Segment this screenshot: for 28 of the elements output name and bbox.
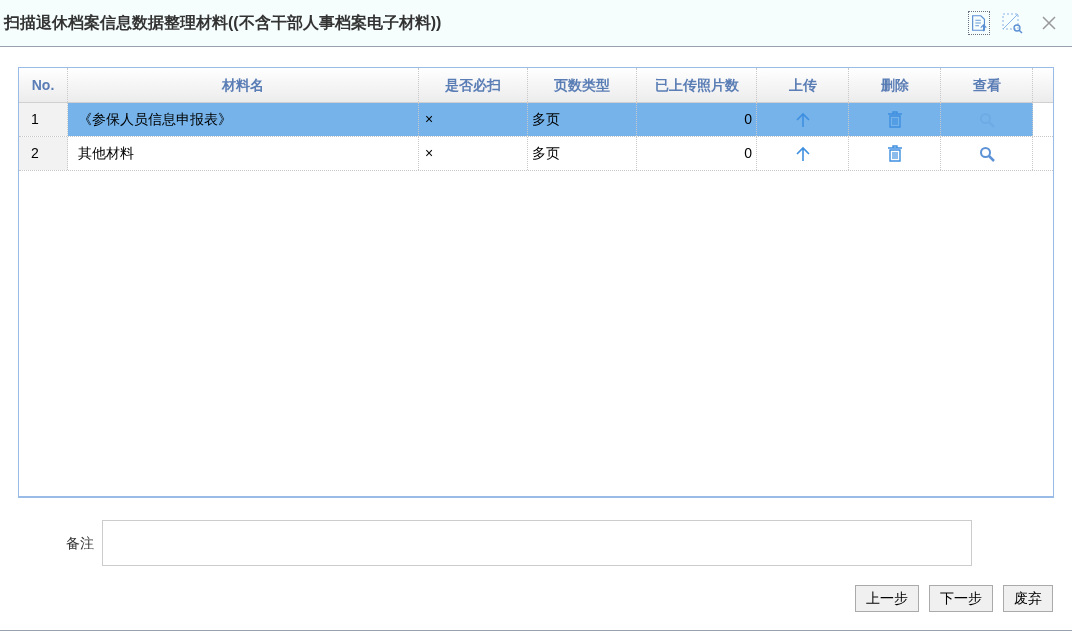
close-icon[interactable] bbox=[1042, 16, 1056, 30]
upload-icon[interactable] bbox=[794, 111, 811, 128]
document-upload-icon[interactable] bbox=[968, 11, 990, 35]
column-header: 是否必扫 bbox=[419, 68, 528, 102]
remark-label: 备注 bbox=[66, 533, 94, 553]
table-cell: 0 bbox=[637, 103, 757, 136]
remark-field[interactable] bbox=[102, 520, 972, 566]
column-header: 查看 bbox=[941, 68, 1033, 102]
action-button[interactable]: 下一步 bbox=[929, 585, 993, 612]
table-cell: × bbox=[419, 103, 528, 136]
column-header: 页数类型 bbox=[528, 68, 637, 102]
table-cell: 多页 bbox=[528, 103, 637, 136]
action-button[interactable]: 废弃 bbox=[1003, 585, 1053, 612]
crop-search-icon[interactable] bbox=[1000, 11, 1024, 35]
column-header: 上传 bbox=[757, 68, 849, 102]
table-cell: 《参保人员信息申报表》 bbox=[68, 103, 419, 136]
action-button[interactable]: 上一步 bbox=[855, 585, 919, 612]
column-header: 删除 bbox=[849, 68, 941, 102]
trash-icon[interactable] bbox=[886, 145, 903, 162]
column-header: 已上传照片数 bbox=[637, 68, 757, 102]
search-icon[interactable] bbox=[978, 145, 995, 162]
upload-icon[interactable] bbox=[794, 145, 811, 162]
trash-icon[interactable] bbox=[886, 111, 903, 128]
column-header: No. bbox=[19, 68, 68, 102]
row-number: 1 bbox=[19, 103, 68, 136]
row-number: 2 bbox=[19, 137, 68, 170]
column-header: 材料名 bbox=[68, 68, 419, 102]
window-title: 扫描退休档案信息数据整理材料((不含干部人事档案电子材料)) bbox=[4, 13, 443, 33]
